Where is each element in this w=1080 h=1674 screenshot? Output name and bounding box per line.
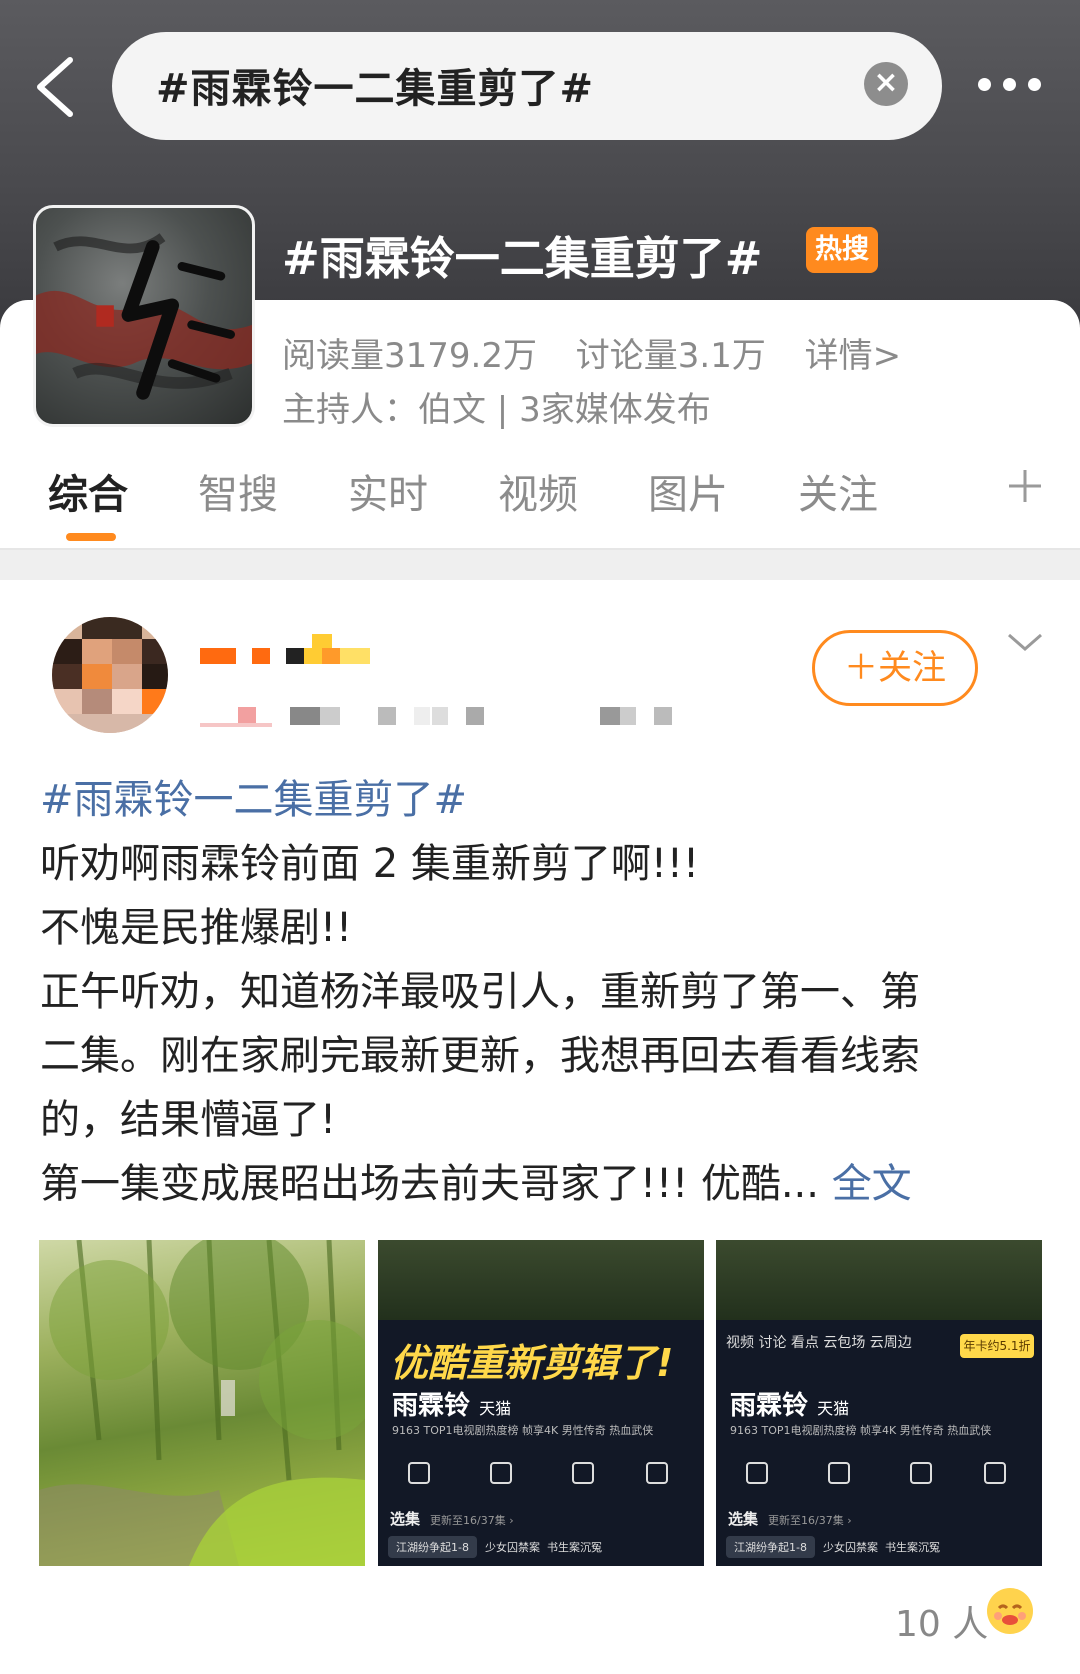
follow-button[interactable]: ＋关注 [812, 630, 978, 706]
video-action-icons [716, 1462, 1042, 1492]
search-query-text: #雨霖铃一二集重剪了# [156, 66, 595, 112]
post-image-youku-screenshot[interactable]: 优酷重新剪辑了! 雨霖铃 天猫 9163 TOP1电视剧热度榜 帧享4K 男性传… [378, 1240, 704, 1566]
back-icon[interactable] [28, 52, 88, 122]
post-image-forest[interactable] [39, 1240, 365, 1566]
post-image-youku-screenshot-2[interactable]: 视频 讨论 看点 云包场 云周边 年卡约5.1折 雨霖铃 天猫 9163 TOP… [716, 1240, 1042, 1566]
active-tab-indicator [66, 533, 116, 541]
post-meta-redacted [200, 705, 720, 729]
post-line: 第一集变成展昭出场去前夫哥家了!!! 优酷... [40, 1161, 819, 1207]
post-line: 不愧是民推爆剧!! [40, 905, 353, 951]
show-logo: 雨霖铃 天猫 [392, 1391, 512, 1421]
topic-stats: 阅读量3179.2万 讨论量3.1万 详情> [282, 328, 929, 377]
full-text-link[interactable]: 全文 [832, 1161, 912, 1207]
tab-images[interactable]: 图片 [648, 462, 728, 520]
promo-text: 优酷重新剪辑了! [390, 1341, 674, 1385]
episode-selector: 选集 更新至16/37集 › [728, 1510, 852, 1528]
more-options-icon[interactable] [978, 66, 1042, 106]
vip-badge: 年卡约5.1折 [960, 1334, 1034, 1358]
add-tab-icon[interactable] [1005, 466, 1045, 506]
topic-title: #雨霖铃一二集重剪了# [282, 232, 763, 285]
section-divider [0, 548, 1080, 580]
tab-comprehensive[interactable]: 综合 [48, 462, 128, 520]
post-line: 正午听劝，知道杨洋最吸引人，重新剪了第一、第 [40, 969, 920, 1015]
episode-pills: 江湖纷争起1-8 少女囚禁案 书生案沉冤 [726, 1536, 940, 1558]
topic-cover-image [33, 205, 255, 427]
post-line: 二集。刚在家刷完最新更新，我想再回去看看线索 [40, 1033, 920, 1079]
video-action-icons [378, 1462, 704, 1492]
video-frame [378, 1240, 704, 1320]
discussion-count: 讨论量3.1万 [575, 336, 766, 376]
post-line-last: 第一集变成展昭出场去前夫哥家了!!! 优酷... 全文 [40, 1152, 1040, 1216]
show-logo: 雨霖铃 天猫 [730, 1391, 850, 1421]
tab-video[interactable]: 视频 [498, 462, 578, 520]
episode-selector: 选集 更新至16/37集 › [390, 1510, 514, 1528]
tab-bar: 综合 智搜 实时 视频 图片 关注 [0, 462, 1080, 552]
close-icon: × [873, 65, 899, 100]
video-tabs: 视频 讨论 看点 云包场 云周边 [726, 1335, 912, 1351]
video-frame [716, 1240, 1042, 1320]
reaction-emoji-icon[interactable] [987, 1588, 1033, 1634]
like-count[interactable]: 10 人 [895, 1595, 988, 1647]
post-line: 听劝啊雨霖铃前面 2 集重新剪了啊!!! [40, 841, 699, 887]
clear-search-button[interactable]: × [864, 62, 908, 106]
tab-realtime[interactable]: 实时 [348, 462, 428, 520]
username-redacted[interactable] [200, 634, 420, 672]
post-line: 的，结果懵逼了! [40, 1097, 337, 1143]
read-count: 阅读量3179.2万 [282, 336, 537, 376]
topic-host: 主持人：伯文 | 3家媒体发布 [282, 390, 711, 430]
chevron-down-icon[interactable] [1005, 627, 1045, 657]
avatar[interactable] [52, 617, 168, 733]
rank-text: 9163 TOP1电视剧热度榜 帧享4K 男性传奇 热血武侠 [392, 1424, 654, 1437]
episode-pills: 江湖纷争起1-8 少女囚禁案 书生案沉冤 [388, 1536, 602, 1558]
rank-text: 9163 TOP1电视剧热度榜 帧享4K 男性传奇 热血武侠 [730, 1424, 992, 1437]
search-input[interactable]: #雨霖铃一二集重剪了# × [112, 32, 942, 140]
post-text: #雨霖铃一二集重剪了# 听劝啊雨霖铃前面 2 集重新剪了啊!!! 不愧是民推爆剧… [40, 768, 1040, 1216]
tab-smart-search[interactable]: 智搜 [198, 462, 278, 520]
tab-following[interactable]: 关注 [798, 462, 878, 520]
hot-search-badge: 热搜 [806, 227, 878, 273]
details-link[interactable]: 详情> [805, 336, 902, 376]
post-hashtag[interactable]: #雨霖铃一二集重剪了# [40, 768, 1040, 832]
